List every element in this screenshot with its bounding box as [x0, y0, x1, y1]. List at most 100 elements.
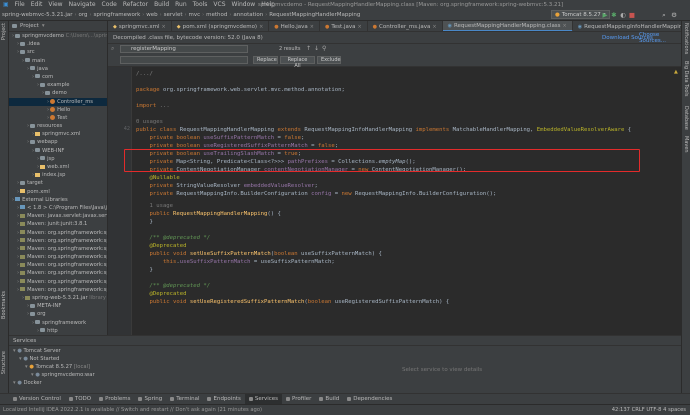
breadcrumb-item[interactable]: org — [77, 12, 90, 18]
editor-tab[interactable]: ● Hello.java × — [269, 21, 320, 31]
chevron-right-icon[interactable]: › — [32, 148, 34, 154]
tree-item[interactable]: › webapp — [9, 138, 107, 146]
chevron-right-icon[interactable]: › — [17, 270, 19, 276]
tree-item[interactable]: › Controller_ms — [9, 97, 107, 106]
tree-item[interactable]: › java — [9, 65, 107, 73]
tree-item[interactable]: › Maven: org.springframework:spri — [9, 245, 107, 253]
arrow-down-icon[interactable]: ↓ — [314, 45, 319, 52]
editor-tab[interactable]: ◆ pom.xml (springmvcdemo) × — [172, 21, 270, 31]
breadcrumb-item[interactable]: spring-webmvc-5.3.21.jar — [0, 12, 75, 18]
chevron-right-icon[interactable]: › — [17, 262, 19, 268]
tree-item[interactable]: › index.jsp — [9, 171, 107, 179]
right-strip-database[interactable]: Database — [683, 106, 689, 130]
bottom-tab-todo[interactable]: TODO — [65, 394, 95, 405]
bottom-tab-dependencies[interactable]: Dependencies — [343, 394, 396, 405]
left-strip-bookmarks[interactable]: Bookmarks — [1, 291, 7, 319]
close-icon[interactable]: × — [432, 24, 436, 30]
chevron-right-icon[interactable]: › — [17, 230, 19, 236]
tree-item[interactable]: › pom.xml — [9, 188, 107, 196]
arrow-up-icon[interactable]: ↑ — [306, 45, 311, 52]
debug-icon[interactable]: ✱ — [610, 11, 618, 19]
editor-tab[interactable]: ◉RequestMappingInfoHandlerMapping.class× — [573, 21, 681, 31]
editor-tab[interactable]: ◉ RequestMappingHandlerMapping.class × — [442, 21, 573, 31]
tree-item[interactable]: › Hello — [9, 106, 107, 114]
tree-item[interactable]: › resources — [9, 122, 107, 130]
breadcrumb-item[interactable]: RequestMappingHandlerMapping — [267, 12, 362, 18]
tree-item[interactable]: › src — [9, 48, 107, 56]
tree-item[interactable]: › Maven: junit:junit:3.8.1 — [9, 220, 107, 228]
menu-item-file[interactable]: File — [12, 1, 28, 8]
service-item[interactable]: ▾ ● springmvcdemo:war — [31, 372, 95, 379]
menu-item-navigate[interactable]: Navigate — [66, 1, 99, 8]
chevron-right-icon[interactable]: › — [17, 287, 19, 293]
chevron-right-icon[interactable]: › — [32, 172, 34, 178]
chevron-right-icon[interactable]: › — [47, 107, 49, 113]
chevron-right-icon[interactable]: › — [32, 131, 34, 137]
tree-item[interactable]: › spring-web-5.3.21.jar library r — [9, 294, 107, 302]
bottom-tab-terminal[interactable]: Terminal — [166, 394, 203, 405]
bottom-tab-services[interactable]: Services — [244, 393, 283, 405]
chevron-right-icon[interactable]: › — [17, 238, 19, 244]
chevron-right-icon[interactable]: › — [47, 99, 49, 105]
close-icon[interactable]: × — [563, 23, 567, 29]
close-icon[interactable]: × — [357, 24, 361, 30]
menu-item-build[interactable]: Build — [151, 1, 172, 8]
left-strip-structure[interactable]: Structure — [1, 351, 7, 374]
service-item[interactable]: ▾ ● Tomcat Server — [13, 348, 61, 355]
bottom-tab-problems[interactable]: Problems — [95, 394, 134, 405]
tree-item[interactable]: › Maven: org.springframework:spri — [9, 261, 107, 269]
chevron-right-icon[interactable]: › — [37, 328, 39, 334]
menu-item-window[interactable]: Window — [229, 1, 259, 8]
tree-item[interactable]: › target — [9, 179, 107, 187]
menu-item-refactor[interactable]: Refactor — [120, 1, 151, 8]
tree-item[interactable]: › External Libraries — [9, 196, 107, 204]
tree-item[interactable]: › Maven: org.springframework:spri — [9, 237, 107, 245]
chevron-right-icon[interactable]: › — [22, 58, 24, 64]
choose-sources-link[interactable]: Choose Sources... — [639, 32, 681, 44]
right-strip-notifications[interactable]: Notifications — [683, 23, 689, 54]
editor-tab[interactable]: ● Test.java × — [320, 21, 368, 31]
tree-item[interactable]: › example — [9, 81, 107, 89]
tree-item[interactable]: › .idea — [9, 40, 107, 48]
tree-item[interactable]: › Maven: org.springframework:spri — [9, 278, 107, 286]
menu-item-vcs[interactable]: VCS — [210, 1, 228, 8]
chevron-right-icon[interactable]: › — [32, 74, 34, 80]
status-position[interactable]: 42:137 CRLF UTF-8 4 spaces — [612, 407, 686, 413]
tree-item[interactable]: › web.xml — [9, 163, 107, 171]
editor-tab[interactable]: ◆ springmvc.xml × — [108, 21, 172, 31]
chevron-right-icon[interactable]: › — [27, 311, 29, 317]
find-input[interactable]: registerMapping — [120, 45, 248, 53]
breadcrumb-item[interactable]: mvc — [187, 12, 203, 18]
bottom-tab-profiler[interactable]: Profiler — [282, 394, 315, 405]
chevron-right-icon[interactable]: › — [47, 115, 49, 121]
status-message[interactable]: Localized IntelliJ IDEA 2022.2.1 is avai… — [3, 407, 262, 413]
menu-item-edit[interactable]: Edit — [28, 1, 46, 8]
chevron-right-icon[interactable]: › — [17, 221, 19, 227]
service-item[interactable]: ▾ ● Docker — [13, 380, 42, 387]
chevron-right-icon[interactable]: › — [17, 205, 19, 211]
breadcrumb-item[interactable]: web — [144, 12, 159, 18]
tree-item[interactable]: › springmvc.xml — [9, 130, 107, 138]
stop-icon[interactable]: ■ — [628, 11, 636, 19]
chevron-right-icon[interactable]: › — [32, 320, 34, 326]
bottom-tab-spring[interactable]: Spring — [134, 394, 166, 405]
menu-item-tools[interactable]: Tools — [190, 1, 211, 8]
tree-item[interactable]: › Maven: org.springframework:spri — [9, 229, 107, 237]
chevron-right-icon[interactable]: › — [12, 197, 14, 203]
replace-button[interactable]: Replace — [253, 56, 278, 64]
close-icon[interactable]: × — [310, 24, 314, 30]
editor-scrollbar[interactable]: ▲ — [673, 67, 681, 335]
breadcrumb-item[interactable]: method — [204, 12, 229, 18]
close-icon[interactable]: × — [162, 24, 166, 30]
tree-item[interactable]: › main — [9, 57, 107, 65]
replace-all-button[interactable]: Replace All — [280, 56, 315, 69]
chevron-right-icon[interactable]: › — [17, 279, 19, 285]
tree-item[interactable]: › com — [9, 73, 107, 81]
chevron-right-icon[interactable]: › — [17, 41, 19, 47]
tree-item[interactable]: › http — [9, 327, 107, 335]
chevron-right-icon[interactable]: › — [17, 189, 19, 195]
tree-item[interactable]: › Test — [9, 114, 107, 122]
chevron-right-icon[interactable]: › — [12, 33, 14, 39]
right-strip-maven[interactable]: Maven — [683, 136, 689, 153]
tree-item[interactable]: › Maven: org.springframework:spri — [9, 269, 107, 277]
